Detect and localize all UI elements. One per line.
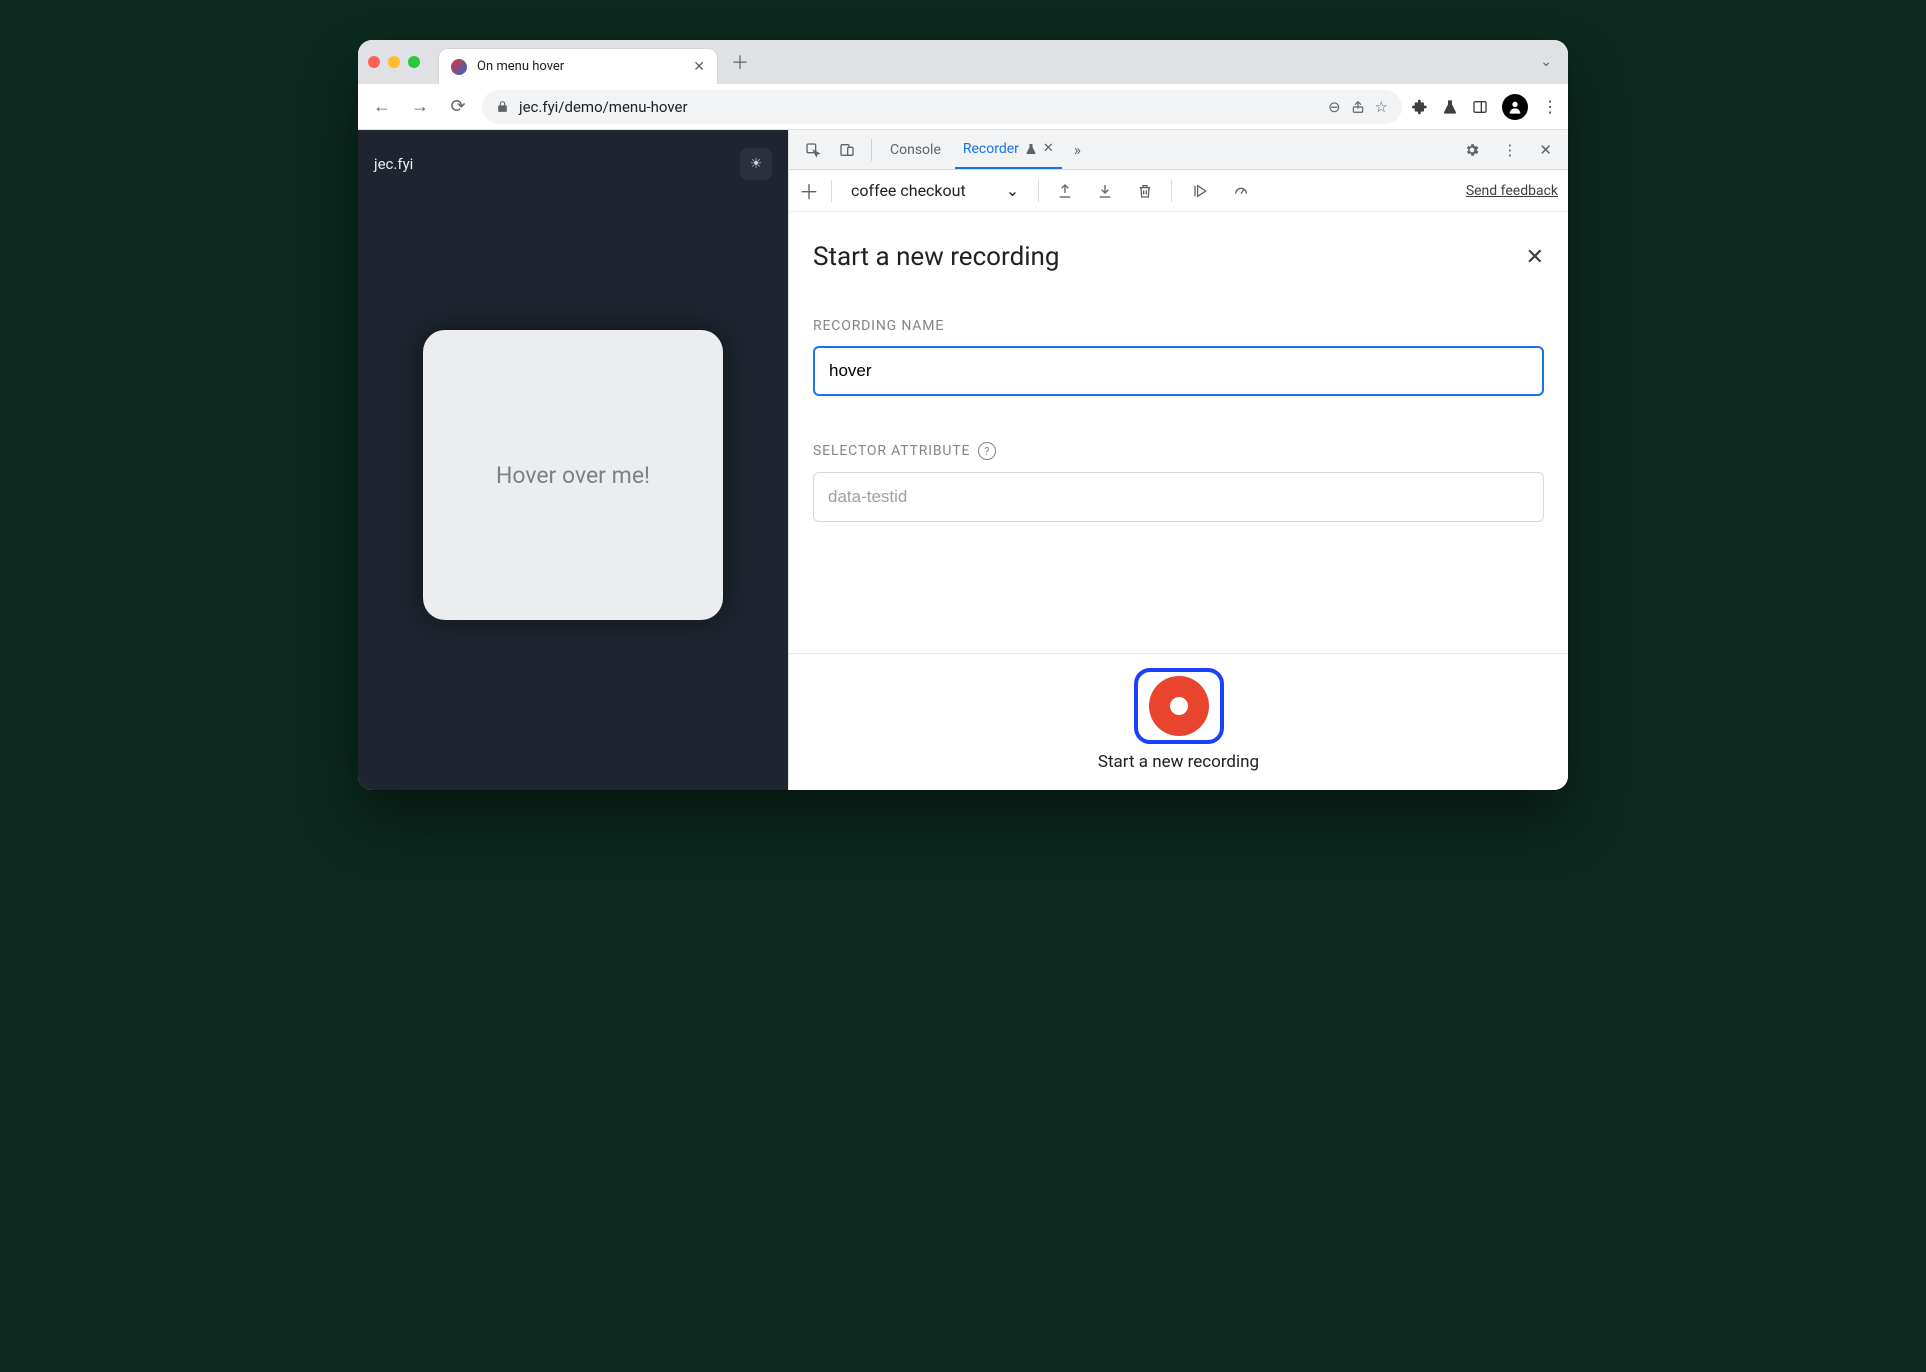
browser-tabstrip: On menu hover ✕ ＋ ⌄	[358, 40, 1568, 84]
tab-console[interactable]: Console	[882, 130, 949, 169]
form-footer: Start a new recording	[789, 653, 1568, 790]
selector-attribute-label: SELECTOR ATTRIBUTE ?	[813, 442, 1544, 460]
performance-icon[interactable]	[1226, 183, 1256, 199]
hover-card[interactable]: Hover over me!	[423, 330, 723, 620]
send-feedback-link[interactable]: Send feedback	[1466, 183, 1558, 199]
delete-icon[interactable]	[1131, 183, 1159, 199]
tab-recorder-label: Recorder	[963, 141, 1019, 157]
lock-icon	[496, 100, 509, 113]
new-tab-button[interactable]: ＋	[726, 48, 754, 76]
record-icon	[1149, 676, 1209, 736]
omnibox[interactable]: jec.fyi/demo/menu-hover ⊖ ☆	[482, 90, 1402, 124]
traffic-maximize[interactable]	[408, 56, 420, 68]
selector-attribute-input[interactable]	[813, 472, 1544, 522]
theme-toggle-icon[interactable]: ☀	[740, 148, 772, 180]
profile-avatar[interactable]	[1502, 94, 1528, 120]
start-recording-label: Start a new recording	[1098, 752, 1259, 772]
settings-gear-icon[interactable]	[1458, 142, 1486, 158]
close-panel-icon[interactable]: ✕	[1043, 141, 1054, 156]
demo-page: jec.fyi ☀ Hover over me!	[358, 130, 788, 790]
recording-dropdown-value: coffee checkout	[851, 181, 966, 200]
browser-window: On menu hover ✕ ＋ ⌄ ← → ⟳ jec.fyi/demo/m…	[358, 40, 1568, 790]
hover-card-text: Hover over me!	[496, 462, 650, 489]
new-recording-form: Start a new recording ✕ RECORDING NAME S…	[789, 212, 1568, 653]
devtools-close-icon[interactable]: ✕	[1533, 141, 1558, 159]
window-traffic-lights	[368, 56, 420, 68]
start-recording-button[interactable]	[1134, 668, 1224, 744]
tab-title: On menu hover	[477, 59, 683, 74]
panel-icon[interactable]	[1472, 99, 1488, 115]
devtools-tabbar: Console Recorder ✕ » ⋮ ✕	[789, 130, 1568, 170]
form-close-icon[interactable]: ✕	[1526, 245, 1544, 270]
new-recording-icon[interactable]: ＋	[799, 176, 819, 205]
replay-icon[interactable]	[1184, 183, 1214, 199]
beaker-icon	[1025, 143, 1037, 155]
export-icon[interactable]	[1051, 183, 1079, 199]
labs-beaker-icon[interactable]	[1442, 99, 1458, 115]
url-text: jec.fyi/demo/menu-hover	[519, 98, 1318, 116]
traffic-minimize[interactable]	[388, 56, 400, 68]
traffic-close[interactable]	[368, 56, 380, 68]
page-logo[interactable]: jec.fyi	[374, 155, 413, 173]
devtools-panel: Console Recorder ✕ » ⋮ ✕	[788, 130, 1568, 790]
device-toggle-icon[interactable]	[833, 142, 861, 158]
toolbar-icons: ⋮	[1412, 94, 1558, 120]
help-icon[interactable]: ?	[978, 442, 996, 460]
extensions-icon[interactable]	[1412, 99, 1428, 115]
nav-back-icon[interactable]: ←	[368, 96, 396, 117]
import-icon[interactable]	[1091, 183, 1119, 199]
star-icon[interactable]: ☆	[1375, 98, 1388, 116]
recording-dropdown[interactable]: coffee checkout ⌄	[844, 176, 1026, 205]
close-tab-icon[interactable]: ✕	[693, 59, 705, 75]
tab-console-label: Console	[890, 142, 941, 158]
recording-name-input[interactable]	[813, 346, 1544, 396]
content-area: jec.fyi ☀ Hover over me! Console	[358, 130, 1568, 790]
recording-name-label: RECORDING NAME	[813, 318, 1544, 334]
nav-reload-icon[interactable]: ⟳	[444, 96, 472, 117]
chevron-down-icon: ⌄	[1006, 181, 1019, 200]
browser-toolbar: ← → ⟳ jec.fyi/demo/menu-hover ⊖ ☆	[358, 84, 1568, 130]
tabs-menu-chevron-icon[interactable]: ⌄	[1534, 54, 1558, 70]
inspect-element-icon[interactable]	[799, 142, 827, 158]
more-tabs-icon[interactable]: »	[1068, 141, 1087, 159]
browser-tab[interactable]: On menu hover ✕	[438, 48, 718, 84]
tab-favicon	[451, 59, 467, 75]
tab-recorder[interactable]: Recorder ✕	[955, 130, 1062, 169]
zoom-out-icon[interactable]: ⊖	[1328, 98, 1341, 116]
share-icon[interactable]	[1351, 100, 1365, 114]
nav-forward-icon[interactable]: →	[406, 96, 434, 117]
browser-menu-icon[interactable]: ⋮	[1542, 97, 1558, 116]
recorder-actionbar: ＋ coffee checkout ⌄	[789, 170, 1568, 212]
form-title: Start a new recording	[813, 242, 1060, 272]
devtools-menu-icon[interactable]: ⋮	[1496, 141, 1523, 159]
